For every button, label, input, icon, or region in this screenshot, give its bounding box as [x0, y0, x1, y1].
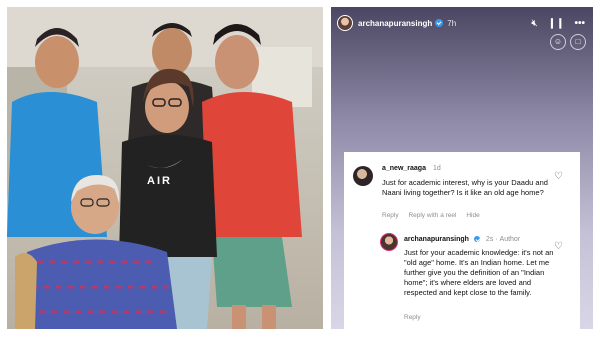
verified-icon	[473, 236, 480, 243]
reply-button[interactable]: Reply	[404, 314, 421, 321]
reply-time: 2s	[485, 236, 494, 243]
pause-icon[interactable]: ❙❙	[548, 18, 565, 29]
story-header: archanapuransingh 7h 🔇︎ ❙❙ •••	[337, 13, 585, 33]
story-avatar[interactable]	[337, 15, 353, 31]
reply-with-reel-button[interactable]: Reply with a reel	[408, 212, 456, 219]
like-heart-icon[interactable]: ♡	[554, 241, 563, 252]
commenter-avatar[interactable]	[353, 166, 373, 186]
shirt-text: AIR	[147, 175, 172, 187]
reply-username-text[interactable]: archanapuransingh	[404, 236, 469, 243]
story-controls: 🔇︎ ❙❙ •••	[531, 18, 585, 29]
author-avatar[interactable]	[380, 233, 398, 251]
reply-actions: Reply	[404, 314, 421, 321]
comment-text: Just for academic interest, why is your …	[382, 178, 548, 197]
hide-button[interactable]: Hide	[466, 212, 479, 219]
meta-separator: ·	[495, 236, 498, 243]
expand-icon[interactable]: □	[570, 34, 586, 50]
story-username[interactable]: archanapuransingh	[358, 19, 432, 28]
reply-username[interactable]: archanapuransingh 2s · Author	[404, 236, 520, 243]
verified-icon	[435, 19, 444, 27]
comment-time: 1d	[432, 165, 441, 172]
smile-icon[interactable]: ☺	[550, 34, 566, 50]
family-photo: AIR	[7, 7, 323, 329]
reply-text: Just for your academic knowledge: it's n…	[404, 248, 554, 297]
comment-username[interactable]: a_new_raaga 1d	[382, 165, 441, 172]
reply-button[interactable]: Reply	[382, 212, 399, 219]
more-icon[interactable]: •••	[574, 18, 585, 29]
like-heart-icon[interactable]: ♡	[554, 171, 563, 182]
photo-illustration	[7, 7, 323, 329]
comment-actions: Reply Reply with a reel Hide	[382, 212, 480, 219]
author-label: Author	[499, 236, 521, 243]
comment-username-text[interactable]: a_new_raaga	[382, 165, 426, 172]
mute-icon[interactable]: 🔇︎	[531, 18, 537, 29]
comments-card: a_new_raaga 1d Just for academic interes…	[344, 152, 580, 331]
story-time: 7h	[447, 18, 457, 28]
